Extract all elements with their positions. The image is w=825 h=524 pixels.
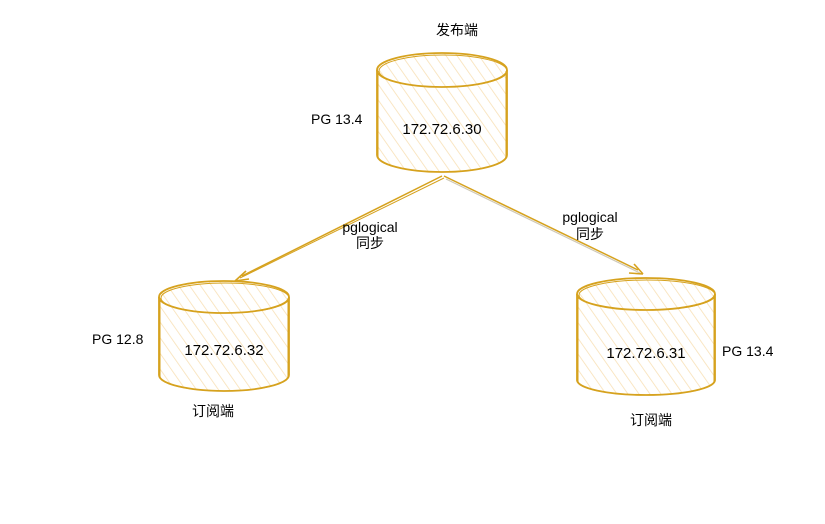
- subscriber-right-version-label: PG 13.4: [722, 343, 774, 359]
- subscriber-right-ip-label: 172.72.6.31: [606, 345, 686, 362]
- edge-right-label-line2: 同步: [576, 226, 604, 242]
- edge-left-arrow[interactable]: [234, 175, 445, 282]
- subscriber-right-role-label: 订阅端: [630, 412, 672, 428]
- subscriber-left-version-label: PG 12.8: [92, 331, 144, 347]
- edge-left-label-line2: 同步: [356, 235, 384, 251]
- publisher-db-cylinder[interactable]: [376, 52, 508, 173]
- edge-right-label-line1: pglogical: [562, 209, 618, 225]
- publisher-version-label: PG 13.4: [311, 111, 363, 127]
- subscriber-left-ip-label: 172.72.6.32: [184, 342, 264, 359]
- subscriber-left-db-cylinder[interactable]: [158, 280, 290, 392]
- publisher-ip-label: 172.72.6.30: [402, 121, 482, 138]
- publisher-role-label: 发布端: [436, 22, 478, 38]
- edge-left-label-line1: pglogical: [342, 219, 398, 235]
- diagram-canvas: 发布端 PG 13.4 172.72.6.30 PG 12.8 172.72.6…: [0, 0, 825, 524]
- subscriber-left-role-label: 订阅端: [192, 403, 234, 419]
- subscriber-right-db-cylinder[interactable]: [576, 277, 716, 396]
- diagram-shapes: [158, 52, 716, 396]
